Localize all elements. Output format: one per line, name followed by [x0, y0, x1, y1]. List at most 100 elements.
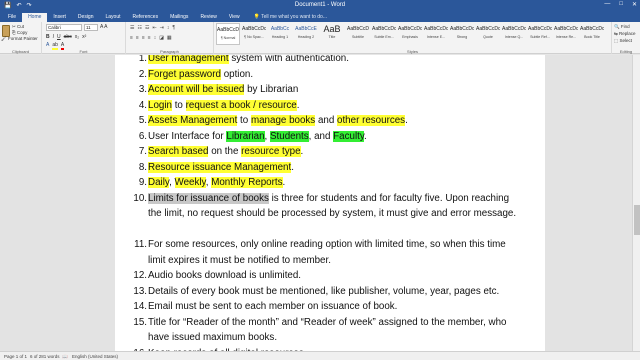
- window-controls: — □ ✕: [604, 1, 637, 8]
- list-number: 8.: [138, 161, 147, 173]
- list-item[interactable]: 2. Forget password option.: [133, 67, 523, 83]
- list-item[interactable]: 1. User management system with authentica…: [133, 55, 523, 67]
- line-spacing-icon[interactable]: ↕: [154, 35, 157, 41]
- close-button[interactable]: ✕: [632, 1, 637, 8]
- tab-home[interactable]: Home: [22, 13, 48, 22]
- scrollbar-thumb[interactable]: [634, 205, 640, 235]
- list-item[interactable]: 15. Title for “Reader of the month” and “…: [133, 315, 523, 346]
- vertical-scrollbar[interactable]: [632, 55, 640, 351]
- list-item[interactable]: 8. Resource issuance Management.: [133, 160, 523, 176]
- maximize-button[interactable]: □: [619, 1, 623, 8]
- style-3[interactable]: AaBbCcE Heading 2: [294, 23, 318, 45]
- style-name: Intense Re...: [555, 35, 577, 39]
- style-name: Book Title: [584, 35, 600, 39]
- list-number: 4.: [138, 99, 147, 111]
- numbering-icon[interactable]: ☷: [137, 25, 141, 31]
- highlighted-text: manage books: [250, 115, 316, 126]
- style-9[interactable]: AaBbCcDc Strong: [450, 23, 474, 45]
- list-item[interactable]: 14. Email must be sent to each member on …: [133, 299, 523, 315]
- justify-icon[interactable]: ≡: [148, 35, 151, 41]
- style-10[interactable]: AaBbCcDc Quote: [476, 23, 500, 45]
- strikethrough-icon[interactable]: abc: [64, 34, 72, 40]
- style-7[interactable]: AaBbCcDc Emphasis: [398, 23, 422, 45]
- list-item[interactable]: 3. Account will be issued by Librarian: [133, 82, 523, 98]
- style-1[interactable]: AaBbCcDc ¶ No Spac...: [242, 23, 266, 45]
- style-4[interactable]: AaB Title: [320, 23, 344, 45]
- list-item[interactable]: 5. Assets Management to manage books and …: [133, 113, 523, 129]
- tab-references[interactable]: References: [127, 13, 165, 22]
- sort-icon[interactable]: ↕: [167, 25, 170, 31]
- style-8[interactable]: AaBbCcDc Intense E...: [424, 23, 448, 45]
- text-run: by Librarian: [244, 84, 299, 95]
- italic-icon[interactable]: I: [53, 34, 54, 40]
- tell-me-search[interactable]: 💡 Tell me what you want to do...: [248, 13, 333, 22]
- list-item[interactable]: 4. Login to request a book / resource.: [133, 98, 523, 114]
- style-14[interactable]: AaBbCcDc Book Title: [580, 23, 604, 45]
- highlighted-text: Account will be issued: [148, 84, 245, 95]
- paragraph-row-2: ≡ ≡ ≡ ≡ ↕ ◪ ▦: [130, 35, 172, 41]
- bold-icon[interactable]: B: [46, 34, 50, 40]
- underline-icon[interactable]: U: [57, 34, 61, 40]
- tab-design[interactable]: Design: [72, 13, 100, 22]
- format-painter-button[interactable]: 🖌 Format Painter: [1, 36, 38, 42]
- align-right-icon[interactable]: ≡: [142, 35, 145, 41]
- increase-indent-icon[interactable]: ⇥: [160, 25, 164, 31]
- decrease-indent-icon[interactable]: ⇤: [152, 25, 156, 31]
- borders-icon[interactable]: ▦: [167, 35, 172, 41]
- list-text: Audio books download is unlimited.: [148, 268, 523, 284]
- list-item[interactable]: 13. Details of every book must be mention…: [133, 284, 523, 300]
- copy-button[interactable]: ⎘ Copy: [12, 30, 27, 35]
- style-6[interactable]: AaBbCcDc Subtle Em...: [372, 23, 396, 45]
- tab-view[interactable]: View: [223, 13, 246, 22]
- list-item[interactable]: 7. Search based on the resource type.: [133, 144, 523, 160]
- font-grow-icon[interactable]: A A: [100, 24, 108, 30]
- list-item[interactable]: 6. User Interface for Librarian, Students…: [133, 129, 523, 145]
- style-sample: AaBbCcE: [295, 26, 317, 32]
- tab-insert[interactable]: Insert: [47, 13, 72, 22]
- style-2[interactable]: AaBbCc Heading 1: [268, 23, 292, 45]
- status-language[interactable]: English (United States): [72, 354, 118, 359]
- shading-icon[interactable]: ◪: [159, 35, 164, 41]
- status-proofing-icon[interactable]: 📖: [62, 354, 68, 360]
- styles-gallery: AaBbCcDc¶ NormalAaBbCcDc¶ No Spac...AaBb…: [214, 22, 609, 48]
- style-12[interactable]: AaBbCcDc Subtle Ref...: [528, 23, 552, 45]
- tab-review[interactable]: Review: [194, 13, 222, 22]
- tab-mailings[interactable]: Mailings: [164, 13, 194, 22]
- subscript-icon[interactable]: x₂: [75, 34, 79, 40]
- pilcrow-icon[interactable]: ¶: [172, 25, 175, 31]
- status-word-count[interactable]: 6 of 281 words: [30, 354, 60, 359]
- select-button[interactable]: ⬚ Select: [614, 38, 632, 44]
- list-item[interactable]: 11. For some resources, only online readi…: [133, 237, 523, 268]
- clipboard-label: Clipboard: [11, 49, 30, 54]
- style-0[interactable]: AaBbCcDc ¶ Normal: [216, 23, 240, 45]
- font-name-box[interactable]: Calibri: [46, 24, 82, 31]
- list-item[interactable]: 12. Audio books download is unlimited.: [133, 268, 523, 284]
- bullets-icon[interactable]: ☰: [130, 25, 134, 31]
- minimize-button[interactable]: —: [604, 1, 610, 8]
- style-name: Subtitle: [352, 35, 364, 39]
- style-13[interactable]: AaBbCcDc Intense Re...: [554, 23, 578, 45]
- copy-label: Copy: [16, 30, 28, 35]
- align-center-icon[interactable]: ≡: [136, 35, 139, 41]
- font-label: Font: [79, 49, 88, 54]
- status-page[interactable]: Page 1 of 1: [4, 354, 27, 359]
- document-page[interactable]: 1. User management system with authentica…: [115, 55, 545, 351]
- style-11[interactable]: AaBbCcDc Intense Q...: [502, 23, 526, 45]
- multilevel-icon[interactable]: ☲: [145, 25, 149, 31]
- align-left-icon[interactable]: ≡: [130, 35, 133, 41]
- style-sample: AaBbCcDc: [580, 26, 604, 32]
- list-text: Forget password option.: [148, 67, 523, 83]
- tab-layout[interactable]: Layout: [100, 13, 127, 22]
- text-run: Details of every book must be mentioned,…: [148, 285, 500, 297]
- status-bar: Page 1 of 1 6 of 281 words 📖 English (Un…: [0, 351, 640, 360]
- style-5[interactable]: AaBbCcD Subtitle: [346, 23, 370, 45]
- list-item[interactable]: 10. Limits for issuance of books is three…: [133, 191, 523, 222]
- list-item[interactable]: 9. Daily, Weekly, Monthly Reports.: [133, 175, 523, 191]
- font-size-box[interactable]: 11: [84, 24, 98, 31]
- tab-file[interactable]: File: [2, 13, 22, 22]
- text-run: For some resources, only online reading …: [148, 239, 506, 266]
- style-sample: AaBbCcDc: [476, 26, 500, 32]
- replace-button[interactable]: ⇆ Replace: [614, 31, 636, 37]
- superscript-icon[interactable]: x²: [82, 34, 86, 40]
- find-button[interactable]: 🔍 Find: [614, 24, 630, 30]
